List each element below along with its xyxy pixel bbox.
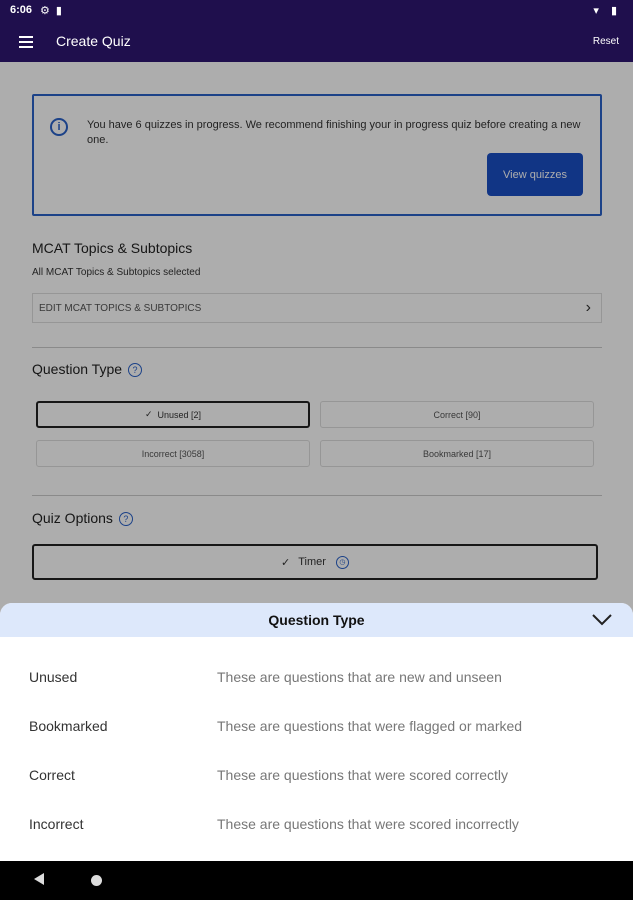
home-icon[interactable]	[91, 875, 102, 886]
status-bar: 6:06 ⚙ ▮ ▾ ▮	[0, 0, 633, 20]
term-bookmarked: Bookmarked	[29, 718, 108, 734]
term-unused: Unused	[29, 669, 78, 685]
definition-correct: These are questions that were scored cor…	[217, 767, 509, 783]
app-bar: Create Quiz Reset	[0, 20, 633, 62]
system-nav-bar	[0, 861, 633, 900]
definition-incorrect: These are questions that were scored inc…	[217, 816, 519, 832]
wifi-icon: ▾	[593, 4, 599, 17]
sheet-title: Question Type	[268, 612, 365, 628]
sheet-row: Incorrect These are questions that were …	[0, 809, 633, 839]
sheet-row: Unused These are questions that are new …	[0, 662, 633, 692]
status-time: 6:06	[10, 4, 33, 16]
sheet-header: Question Type	[0, 603, 633, 637]
page-title: Create Quiz	[56, 33, 131, 49]
battery-icon: ▮	[610, 4, 617, 17]
term-correct: Correct	[29, 767, 75, 783]
sheet-row: Correct These are questions that were sc…	[0, 760, 633, 790]
menu-icon[interactable]	[19, 35, 33, 48]
reset-button[interactable]: Reset	[593, 36, 619, 47]
sheet-row: Bookmarked These are questions that were…	[0, 711, 633, 741]
sd-card-icon: ▮	[55, 4, 62, 17]
term-incorrect: Incorrect	[29, 816, 84, 832]
settings-icon: ⚙	[40, 4, 50, 17]
back-icon[interactable]	[34, 873, 44, 885]
question-type-sheet: Question Type Unused These are questions…	[0, 603, 633, 861]
definition-bookmarked: These are questions that were flagged or…	[217, 718, 523, 734]
definition-unused: These are questions that are new and uns…	[217, 669, 502, 685]
chevron-down-icon[interactable]	[591, 611, 613, 627]
